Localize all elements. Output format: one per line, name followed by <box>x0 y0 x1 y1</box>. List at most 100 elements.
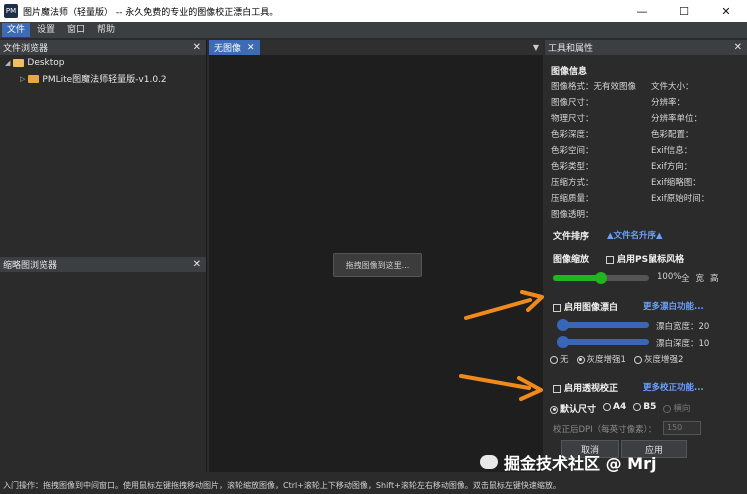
ps-style-checkbox[interactable]: 启用PS鼠标风格 <box>606 252 684 265</box>
image-canvas-area[interactable]: 无图像 ✕ ▼ 拖拽图像到这里... <box>209 40 543 472</box>
tree-item-label: PMLite图魔法师轻量版-v1.0.2 <box>42 75 167 85</box>
left-panel: 文件浏览器 ✕ ◢ Desktop ▷ PMLite图魔法师轻量版-v1.0.2… <box>0 40 207 472</box>
radio-icon[interactable] <box>633 355 642 364</box>
zoom-mode-height[interactable]: 高 <box>710 272 719 284</box>
tab-list-dropdown-icon[interactable]: ▼ <box>533 43 539 52</box>
info-row: 色彩深度： <box>551 130 594 140</box>
wechat-icon <box>480 455 498 469</box>
zoom-slider-handle[interactable] <box>595 272 607 284</box>
folder-icon <box>28 74 40 83</box>
status-bar: 入门操作：拖拽图像到中间窗口。使用鼠标左键拖拽移动图片，滚轮缩放图像，Ctrl+… <box>0 478 747 494</box>
tab-close-icon[interactable]: ✕ <box>247 43 255 53</box>
maximize-button[interactable]: ☐ <box>663 0 705 22</box>
zoom-label: 图像缩放 <box>553 255 590 265</box>
image-info-title: 图像信息 <box>551 67 588 77</box>
gray-option-1[interactable]: 灰度增强1 <box>576 353 626 365</box>
tab-label: 无图像 <box>214 44 242 54</box>
zoom-modes: 全 宽 高 <box>681 272 719 284</box>
radio-icon[interactable] <box>633 402 642 411</box>
info-row: 图像尺寸： <box>551 98 594 108</box>
whiten-width-label: 漂白宽度： <box>656 322 699 332</box>
whiten-width-value: 20 <box>698 322 710 332</box>
whiten-width-row: 漂白宽度：20 <box>656 320 709 332</box>
tools-panel: 工具和属性 ✕ 图像信息 图像格式：无有效图像 图像尺寸： 物理尺寸： 色彩深度… <box>545 40 747 472</box>
info-row: Exif原始时间： <box>651 194 710 204</box>
gray-option-2[interactable]: 灰度增强2 <box>633 353 683 365</box>
info-row: 色彩空间： <box>551 146 594 156</box>
checkbox-box[interactable] <box>553 303 561 312</box>
gray-option-none[interactable]: 无 <box>550 353 569 365</box>
whiten-width-handle[interactable] <box>557 319 569 331</box>
zoom-mode-full[interactable]: 全 <box>681 272 690 284</box>
gray-options: 无 灰度增强1 灰度增强2 <box>550 353 683 365</box>
menu-help[interactable]: 帮助 <box>92 23 120 37</box>
perspective-label: 启用透视校正 <box>564 384 619 394</box>
size-option-b5[interactable]: B5 <box>633 402 656 415</box>
info-row: 图像透明： <box>551 210 594 220</box>
info-row: Exif信息： <box>651 146 693 156</box>
info-row: 图像格式：无有效图像 <box>551 82 637 92</box>
dpi-input[interactable]: 150 <box>663 421 701 435</box>
thumb-browser-title: 缩略图浏览器 <box>3 261 58 271</box>
info-row: Exif方向： <box>651 162 693 172</box>
info-row: 色彩类型： <box>551 162 594 172</box>
info-row: 压缩方式： <box>551 178 594 188</box>
whiten-depth-label: 漂白深度： <box>656 339 699 349</box>
size-option-default[interactable]: 默认尺寸 <box>550 402 596 415</box>
tree-item-desktop[interactable]: ◢ Desktop <box>5 58 65 68</box>
drop-hint-box: 拖拽图像到这里... <box>333 253 422 277</box>
menu-file[interactable]: 文件 <box>2 23 31 37</box>
size-options: 默认尺寸 A4 B5 横向 <box>550 402 690 415</box>
tab-no-image[interactable]: 无图像 ✕ <box>209 40 260 55</box>
info-row: 压缩质量： <box>551 194 594 204</box>
zoom-slider[interactable] <box>553 272 649 284</box>
minimize-button[interactable]: — <box>621 0 663 22</box>
title-bar: PM 图片魔法师（轻量版） -- 永久免费的专业的图像校正漂白工具。 — ☐ ✕ <box>0 0 747 22</box>
window-controls: — ☐ ✕ <box>621 0 747 22</box>
menu-settings[interactable]: 设置 <box>32 23 60 37</box>
zoom-mode-width[interactable]: 宽 <box>696 272 705 284</box>
whiten-width-slider[interactable] <box>557 319 649 331</box>
tools-close-icon[interactable]: ✕ <box>734 42 742 53</box>
menu-window[interactable]: 窗口 <box>62 23 90 37</box>
folder-icon <box>13 59 25 67</box>
checkbox-box[interactable] <box>606 255 614 264</box>
zoom-slider-fill <box>553 275 601 281</box>
size-option-landscape[interactable]: 横向 <box>663 402 690 415</box>
dpi-label: 校正后DPI（每英寸像素）： <box>553 425 657 435</box>
info-row: Exif缩略图： <box>651 178 701 188</box>
perspective-checkbox[interactable]: 启用透视校正 <box>553 381 618 394</box>
thumb-browser-header: 缩略图浏览器 ✕ <box>0 257 206 272</box>
size-option-a4[interactable]: A4 <box>603 402 626 415</box>
more-whiten-link[interactable]: 更多漂白功能... <box>643 300 704 312</box>
info-row: 文件大小： <box>651 82 694 92</box>
radio-icon[interactable] <box>603 402 612 411</box>
whiten-checkbox[interactable]: 启用图像漂白 <box>553 300 618 313</box>
watermark: 掘金技术社区 @ Mrj <box>480 450 656 474</box>
info-row: 分辨率单位： <box>651 114 703 124</box>
tree-item-pmlite[interactable]: ▷ PMLite图魔法师轻量版-v1.0.2 <box>20 72 167 85</box>
watermark-text: 掘金技术社区 @ Mrj <box>504 454 657 473</box>
tools-header: 工具和属性 ✕ <box>545 40 747 55</box>
tree-item-label: Desktop <box>27 58 65 68</box>
radio-icon[interactable] <box>550 355 558 364</box>
ps-style-label: 启用PS鼠标风格 <box>617 255 685 265</box>
whiten-depth-handle[interactable] <box>557 336 569 348</box>
file-browser-close-icon[interactable]: ✕ <box>193 42 201 53</box>
tab-bar: 无图像 ✕ ▼ <box>209 40 543 55</box>
sort-order-link[interactable]: ▲文件名升序▲ <box>607 229 663 241</box>
app-icon: PM <box>4 4 18 18</box>
zoom-percent: 100% <box>657 272 682 282</box>
radio-icon[interactable] <box>663 404 672 413</box>
radio-icon[interactable] <box>576 355 585 364</box>
window-title: 图片魔法师（轻量版） -- 永久免费的专业的图像校正漂白工具。 <box>23 7 279 18</box>
thumb-browser-close-icon[interactable]: ✕ <box>193 259 201 270</box>
info-row: 分辨率： <box>651 98 686 108</box>
expand-arrow-icon[interactable]: ◢ <box>5 59 10 67</box>
whiten-depth-slider[interactable] <box>557 336 649 348</box>
close-button[interactable]: ✕ <box>705 0 747 22</box>
more-perspective-link[interactable]: 更多校正功能... <box>643 381 704 393</box>
collapse-arrow-icon[interactable]: ▷ <box>20 75 25 83</box>
checkbox-box[interactable] <box>553 384 561 393</box>
radio-icon[interactable] <box>550 405 558 414</box>
